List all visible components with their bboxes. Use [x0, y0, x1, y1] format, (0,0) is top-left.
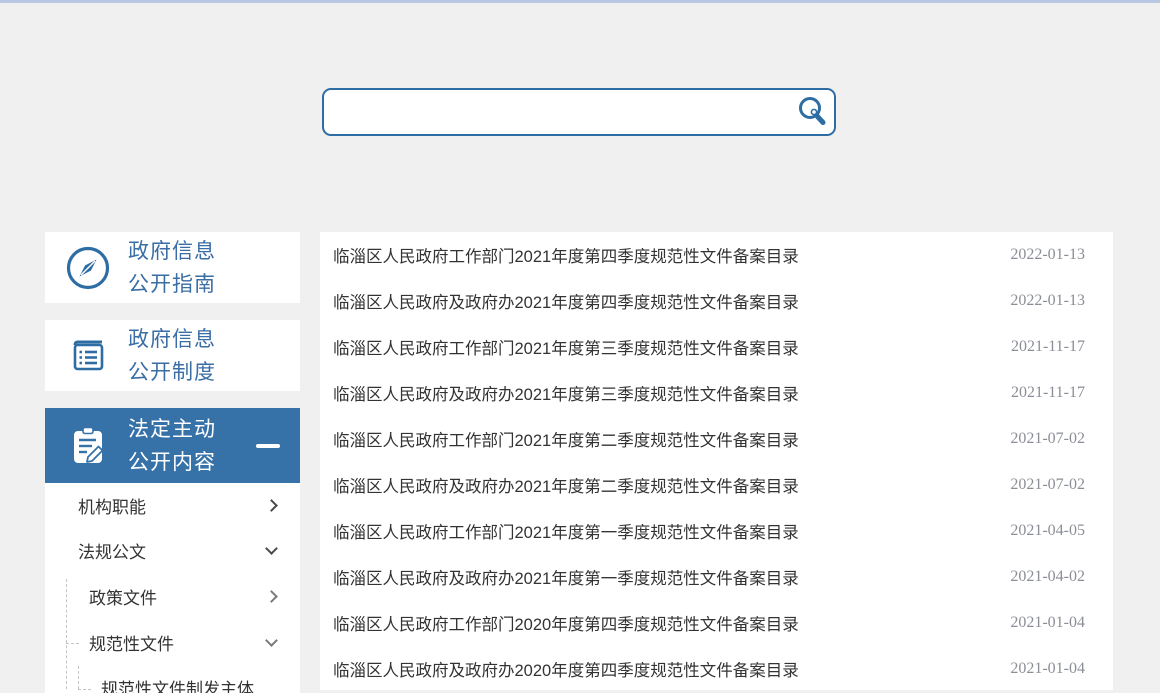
chevron-down-icon [265, 634, 278, 647]
document-link[interactable]: 临淄区人民政府工作部门2021年度第一季度规范性文件备案目录 [333, 519, 799, 543]
list-item: 临淄区人民政府及政府办2021年度第三季度规范性文件备案目录 2021-11-1… [320, 370, 1113, 416]
document-date: 2022-01-13 [1010, 246, 1085, 264]
clipboard-pencil-icon [64, 422, 112, 470]
search-box [322, 88, 836, 136]
top-border-strip [0, 0, 1160, 3]
list-item: 临淄区人民政府及政府办2021年度第四季度规范性文件备案目录 2022-01-1… [320, 278, 1113, 324]
menu-item-policy-documents[interactable]: 政策文件 [45, 573, 300, 619]
sidebar-submenu: 机构职能 法规公文 政策文件 规范性文件 规范性文件制发主体 [45, 483, 300, 693]
chevron-right-icon [265, 499, 278, 512]
search-bar [322, 88, 836, 136]
chevron-right-icon [265, 590, 278, 603]
document-date: 2021-07-02 [1010, 430, 1085, 448]
menu-item-label: 规范性文件制发主体 [101, 675, 254, 693]
menu-item-normative-issuing-subject[interactable]: 规范性文件制发主体 [45, 665, 300, 693]
list-item: 临淄区人民政府工作部门2021年度第一季度规范性文件备案目录 2021-04-0… [320, 508, 1113, 554]
document-date: 2021-07-02 [1010, 476, 1085, 494]
menu-item-normative-documents[interactable]: 规范性文件 [45, 619, 300, 665]
list-item: 临淄区人民政府及政府办2020年度第四季度规范性文件备案目录 2021-01-0… [320, 646, 1113, 692]
document-link[interactable]: 临淄区人民政府及政府办2021年度第一季度规范性文件备案目录 [333, 565, 799, 589]
document-date: 2021-01-04 [1010, 660, 1085, 678]
sidebar-item-label: 政府信息 公开指南 [128, 235, 216, 301]
search-icon [795, 94, 829, 131]
document-list-icon [64, 332, 112, 380]
sidebar: 政府信息 公开指南 政府信息 公开制度 [45, 232, 300, 693]
document-date: 2021-04-05 [1010, 522, 1085, 540]
menu-item-regulations-documents[interactable]: 法规公文 [45, 528, 300, 573]
menu-item-label: 政策文件 [89, 584, 157, 609]
list-item: 临淄区人民政府及政府办2021年度第一季度规范性文件备案目录 2021-04-0… [320, 554, 1113, 600]
document-link[interactable]: 临淄区人民政府及政府办2021年度第二季度规范性文件备案目录 [333, 473, 799, 497]
sidebar-item-label: 政府信息 公开制度 [128, 323, 216, 389]
document-link[interactable]: 临淄区人民政府及政府办2021年度第三季度规范性文件备案目录 [333, 381, 799, 405]
list-item: 临淄区人民政府工作部门2020年度第四季度规范性文件备案目录 2021-01-0… [320, 600, 1113, 646]
document-date: 2021-01-04 [1010, 614, 1085, 632]
list-item: 临淄区人民政府工作部门2021年度第三季度规范性文件备案目录 2021-11-1… [320, 324, 1113, 370]
sidebar-item-label: 法定主动 公开内容 [128, 413, 216, 479]
list-item: 临淄区人民政府及政府办2021年度第二季度规范性文件备案目录 2021-07-0… [320, 462, 1113, 508]
document-date: 2021-11-17 [1011, 338, 1085, 356]
document-link[interactable]: 临淄区人民政府工作部门2020年度第四季度规范性文件备案目录 [333, 611, 799, 635]
list-item: 临淄区人民政府工作部门2021年度第四季度规范性文件备案目录 2022-01-1… [320, 232, 1113, 278]
menu-item-label: 规范性文件 [89, 630, 174, 655]
document-link[interactable]: 临淄区人民政府工作部门2021年度第四季度规范性文件备案目录 [333, 243, 799, 267]
sidebar-item-gov-info-guide[interactable]: 政府信息 公开指南 [45, 232, 300, 303]
document-link[interactable]: 临淄区人民政府及政府办2020年度第四季度规范性文件备案目录 [333, 657, 799, 681]
sidebar-item-statutory-disclosure[interactable]: 法定主动 公开内容 [45, 408, 300, 483]
compass-icon [64, 244, 112, 292]
document-link[interactable]: 临淄区人民政府及政府办2021年度第四季度规范性文件备案目录 [333, 289, 799, 313]
document-date: 2021-11-17 [1011, 384, 1085, 402]
document-link[interactable]: 临淄区人民政府工作部门2021年度第二季度规范性文件备案目录 [333, 427, 799, 451]
document-link[interactable]: 临淄区人民政府工作部门2021年度第三季度规范性文件备案目录 [333, 335, 799, 359]
document-date: 2022-01-13 [1010, 292, 1085, 310]
menu-item-label: 法规公文 [78, 538, 146, 563]
document-date: 2021-04-02 [1010, 568, 1085, 586]
list-item: 临淄区人民政府工作部门2021年度第二季度规范性文件备案目录 2021-07-0… [320, 416, 1113, 462]
menu-item-organization-functions[interactable]: 机构职能 [45, 483, 300, 528]
search-button[interactable] [790, 90, 834, 134]
collapse-minus-icon[interactable] [256, 444, 280, 448]
chevron-down-icon [265, 542, 278, 555]
document-list: 临淄区人民政府工作部门2021年度第四季度规范性文件备案目录 2022-01-1… [320, 232, 1113, 690]
menu-item-label: 机构职能 [78, 493, 146, 518]
sidebar-item-gov-info-system[interactable]: 政府信息 公开制度 [45, 320, 300, 391]
search-input[interactable] [324, 90, 790, 134]
